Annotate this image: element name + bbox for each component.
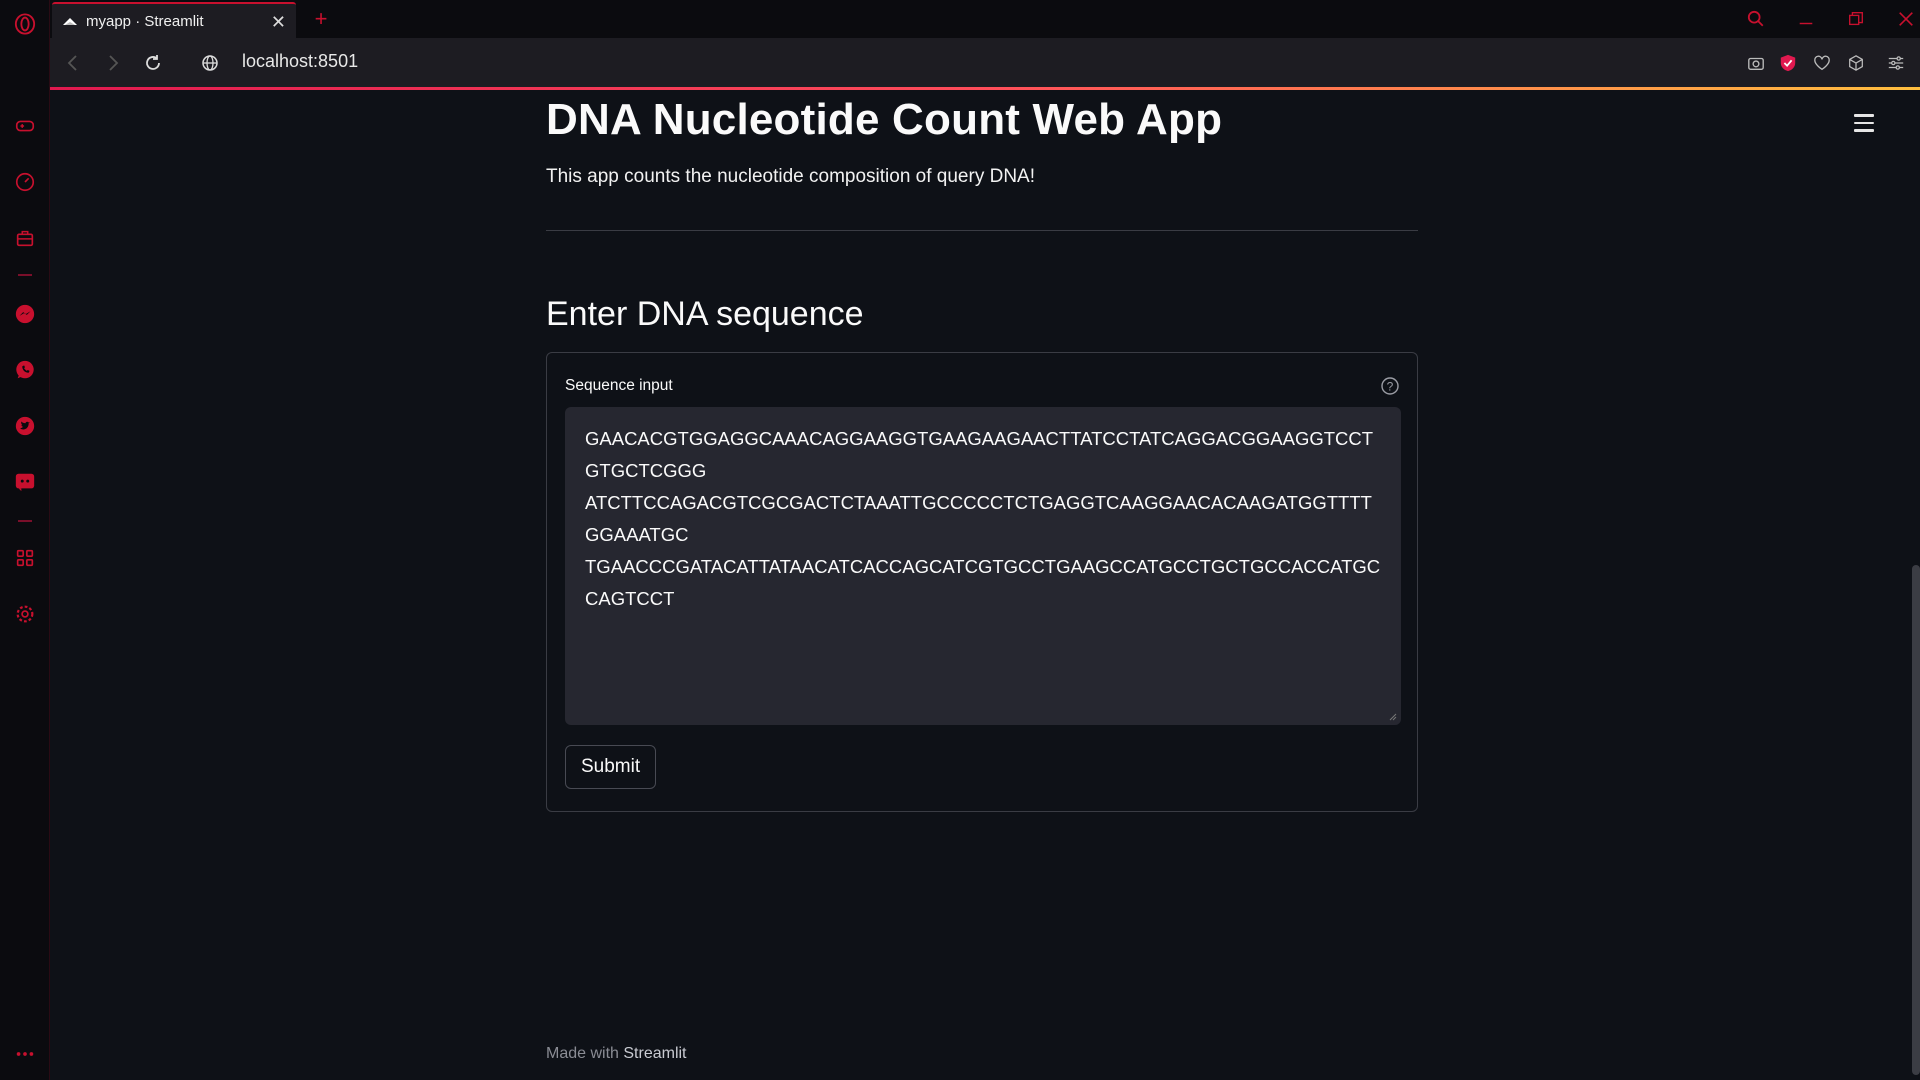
forward-icon[interactable] <box>100 50 126 76</box>
speedometer-icon[interactable] <box>13 170 37 194</box>
cube-icon[interactable] <box>1844 51 1868 75</box>
sidebar-separator <box>18 520 32 522</box>
submit-button[interactable]: Submit <box>565 745 657 789</box>
section-title: Enter DNA sequence <box>546 295 864 333</box>
hamburger-menu-icon[interactable] <box>1854 114 1874 132</box>
more-icon[interactable] <box>13 1042 37 1066</box>
sequence-input-label: Sequence input <box>565 377 673 394</box>
messenger-icon[interactable] <box>13 302 37 326</box>
vertical-scrollbar[interactable] <box>1912 565 1920 1075</box>
whatsapp-icon[interactable] <box>13 358 37 382</box>
minimize-icon[interactable] <box>1792 6 1820 32</box>
divider <box>546 230 1418 231</box>
streamlit-page: DNA Nucleotide Count Web App This app co… <box>50 90 1920 1080</box>
resize-grip-icon[interactable] <box>1387 711 1397 721</box>
main-content: DNA Nucleotide Count Web App This app co… <box>546 90 1418 812</box>
url-field[interactable]: localhost:8501 <box>242 51 358 72</box>
reload-icon[interactable] <box>140 50 166 76</box>
app-title: DNA Nucleotide Count Web App <box>546 95 1223 144</box>
new-tab-icon[interactable]: + <box>308 6 334 32</box>
close-window-icon[interactable] <box>1892 6 1920 32</box>
adblock-shield-icon[interactable] <box>1776 51 1800 75</box>
search-icon[interactable] <box>1742 6 1770 32</box>
svg-text:?: ? <box>1387 380 1394 394</box>
browser-sidebar <box>0 0 50 1080</box>
footer-prefix: Made with <box>546 1045 624 1062</box>
camera-icon[interactable] <box>1744 51 1768 75</box>
globe-icon[interactable] <box>197 50 223 76</box>
settings-icon[interactable] <box>13 602 37 626</box>
streamlit-favicon-icon <box>63 18 77 25</box>
gamepad-icon[interactable] <box>13 114 37 138</box>
tab-myapp[interactable]: myapp · Streamlit ✕ <box>52 2 296 38</box>
tab-title: myapp · Streamlit <box>86 12 204 30</box>
app-description: This app counts the nucleotide compositi… <box>546 166 1035 187</box>
tab-strip: myapp · Streamlit ✕ + <box>50 0 1920 38</box>
streamlit-link[interactable]: Streamlit <box>623 1045 686 1062</box>
opera-logo-icon[interactable] <box>13 12 37 36</box>
discord-icon[interactable] <box>13 470 37 494</box>
sidebar-separator <box>18 274 32 276</box>
footer: Made with Streamlit <box>546 1045 687 1063</box>
address-bar: localhost:8501 <box>50 38 1920 88</box>
close-tab-icon[interactable]: ✕ <box>271 12 286 33</box>
twitter-icon[interactable] <box>13 414 37 438</box>
back-icon[interactable] <box>60 50 86 76</box>
grid-icon[interactable] <box>13 546 37 570</box>
sequence-textarea[interactable]: GAACACGTGGAGGCAAACAGGAAGGTGAAGAAGAACTTAT… <box>565 407 1401 725</box>
easy-setup-icon[interactable] <box>1884 51 1908 75</box>
help-icon[interactable]: ? <box>1380 376 1400 396</box>
sequence-form: Sequence input ? GAACACGTGGAGGCAAACAGGAA… <box>546 352 1418 812</box>
heart-icon[interactable] <box>1810 51 1834 75</box>
restore-icon[interactable] <box>1842 6 1870 32</box>
briefcase-icon[interactable] <box>13 226 37 250</box>
